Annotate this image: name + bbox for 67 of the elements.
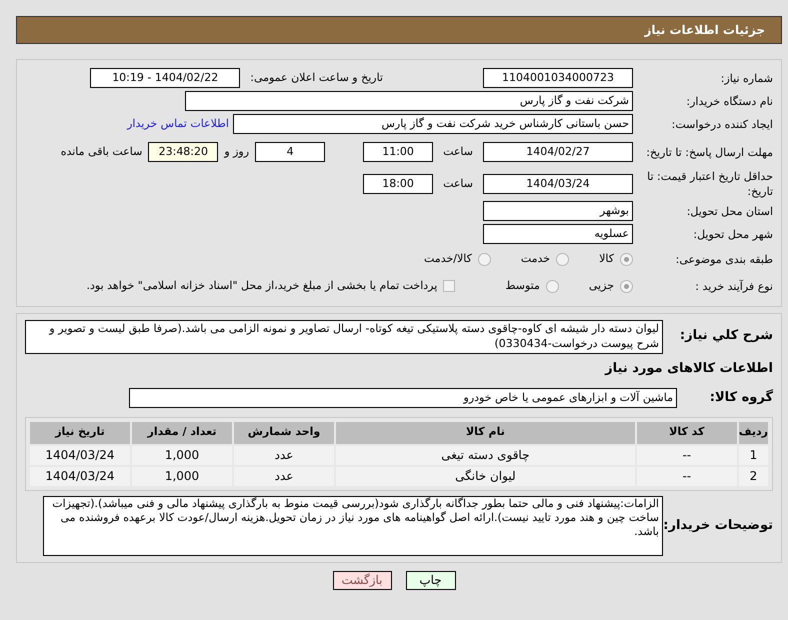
radio-label: جزیی [588,278,614,294]
checkbox[interactable] [443,280,456,292]
field-label: تاریخ و ساعت اعلان عمومی: [250,70,383,86]
text-field[interactable]: عسلویه [483,224,633,244]
field-label: حداقل تاریخ اعتبار قیمت: تا تاریخ: [646,169,773,199]
field-label: شماره نیاز: [720,70,773,86]
radio-button[interactable] [478,252,491,266]
table-cell: 1,000 [132,466,232,486]
radio-label: کالا [599,250,614,267]
radio-label: خدمت [520,250,550,267]
radio-label: متوسط [505,278,540,294]
field-label: نوع فرآیند خرید : [694,278,773,294]
text-field[interactable]: ماشین آلات و ابزارهای عمومی یا خاص خودرو [129,388,677,408]
notes-box[interactable]: الزامات:پیشنهاد فنی و مالی حتما بطور جداگانه بارگذاری شود(بررسی قیمت منوط به بارگذاری پیشنهاد مالی و فنی میباشد).(تجهیزات ساخت چین و هند مورد تایید نیست).ارائه اصل گواهینامه های مورد نیاز در زمان تحویل.هزینه ارسال/عودت کالا برعهده فروشنده می باشد. [43,496,663,556]
field-label: مهلت ارسال پاسخ: تا تاریخ: [645,144,773,160]
radio-label: کالا/خدمت [424,250,472,267]
text-field[interactable]: شرکت نفت و گاز پارس [185,91,633,111]
text-field[interactable]: 1404/03/24 [483,174,633,194]
table-cell: -- [636,466,737,486]
table-cell: 1 [738,446,768,464]
text-field[interactable]: 1404/02/22 - 10:19 [90,68,240,88]
field-label: استان محل تحویل: [686,204,773,218]
table-cell: 1,000 [132,446,232,464]
field-label: ساعت [443,176,473,192]
radio-button[interactable] [546,280,559,292]
text-field[interactable]: 1104001034000723 [483,68,633,88]
radio-button[interactable] [620,252,633,266]
radio-button[interactable] [620,280,633,292]
page-title: جزئیات اطلاعات نیاز [644,22,765,39]
column-header: ردیف [738,422,768,444]
table-cell: 1404/03/24 [30,466,130,486]
text-field[interactable]: 4 [255,142,326,162]
table-cell: 1404/03/24 [30,446,130,464]
text-field[interactable]: 11:00 [363,142,434,162]
field-label: طبقه بندی موضوعی: [674,252,773,266]
text-field[interactable]: 1404/02/27 [483,142,633,162]
text-field[interactable]: بوشهر [483,201,633,221]
field-label: توضیحات خریدار: [663,518,773,533]
column-header: کد کالا [636,422,737,444]
column-header: واحد شمارش [234,422,334,444]
field-label: ایجاد کننده درخواست: [670,116,773,132]
section-heading: اطلاعات کالاهای مورد نیاز [604,360,773,378]
field-label: نام دستگاه خریدار: [685,94,773,108]
field-label: ساعت باقی مانده [60,144,142,160]
text-field[interactable]: 18:00 [363,174,434,194]
field-label: ساعت [443,144,473,160]
contact-link[interactable]: اطلاعات تماس خریدار [127,116,229,132]
column-header: نام کالا [336,422,635,444]
back-button[interactable]: بازگشت [332,570,392,590]
table-cell: عدد [234,466,334,486]
table-cell: لیوان خانگی [336,466,635,486]
table-cell: چاقوی دسته تیغی [336,446,635,464]
field-label: روز و [224,144,250,160]
field-label: گروه کالا: [708,390,773,405]
table-cell: -- [636,446,737,464]
text-field[interactable]: حسن باستانی کارشناس خرید شرکت نفت و گاز پارس [233,114,633,134]
checkbox-label: پرداخت تمام یا بخشی از مبلغ خرید،از محل "اسناد خزانه اسلامی" خواهد بود. [86,278,438,294]
column-header: تعداد / مقدار [132,422,232,444]
table-cell: 2 [738,466,768,486]
print-button[interactable]: چاپ [406,570,456,590]
field-label: شرح کلي نیاز: [678,328,773,343]
field-label: شهر محل تحویل: [692,226,773,242]
radio-button[interactable] [556,252,570,266]
table-cell: عدد [234,446,334,464]
countdown-field[interactable]: 23:48:20 [148,142,218,162]
description-box[interactable]: لیوان دسته دار شیشه ای کاوه-چاقوی دسته پلاستیکی تیغه کوتاه- ارسال تصاویر و نمونه الزامی می باشد.(صرفا طبق لیست و تصویر و شرح پیوست درخواست-0330434) [25,320,663,354]
column-header: تاریخ نیاز [30,422,130,444]
